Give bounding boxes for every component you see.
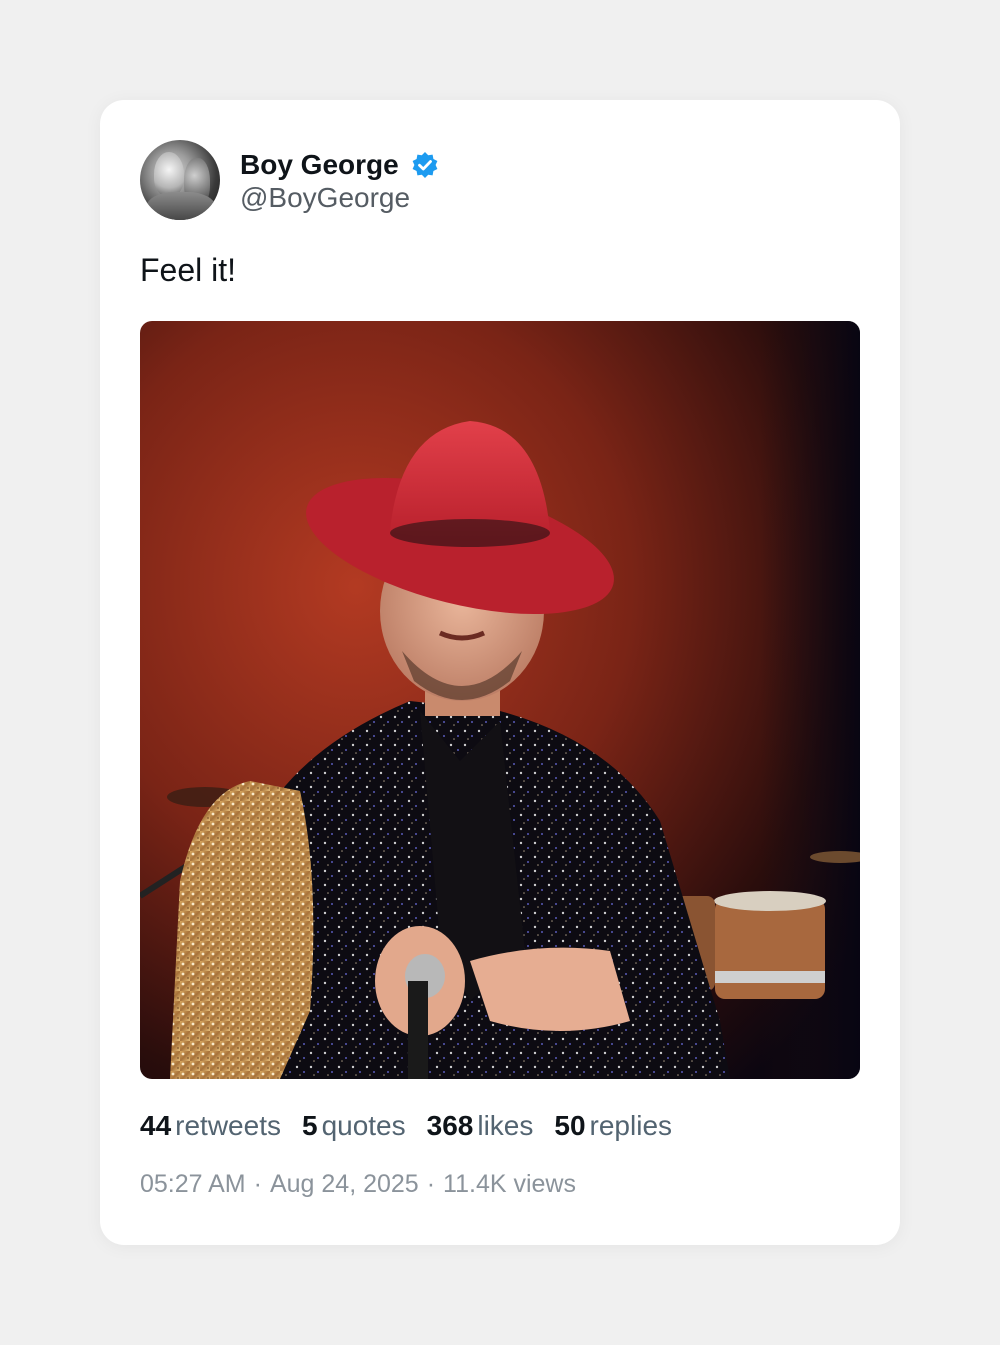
- replies-count: 50: [554, 1110, 586, 1141]
- avatar[interactable]: [140, 140, 220, 220]
- quotes-label: quotes: [321, 1110, 406, 1141]
- tweet-text: Feel it!: [140, 252, 237, 288]
- separator-dot: ·: [426, 1170, 436, 1198]
- author-name[interactable]: Boy George: [240, 149, 399, 181]
- separator-dot: ·: [253, 1170, 262, 1198]
- stat-likes[interactable]: 368 likes: [427, 1110, 534, 1142]
- retweets-count: 44: [140, 1110, 172, 1141]
- stat-retweets[interactable]: 44 retweets: [140, 1110, 281, 1142]
- quotes-count: 5: [301, 1110, 318, 1141]
- tweet-photo[interactable]: [140, 321, 860, 1079]
- author-handle[interactable]: @BoyGeorge: [240, 182, 439, 214]
- concert-photo-icon: [140, 321, 860, 1079]
- tweet-card: Boy George @BoyGeorge Feel it! 44 retwee…: [100, 100, 900, 1245]
- tweet-date[interactable]: Aug 24, 2025: [270, 1170, 419, 1199]
- replies-label: replies: [589, 1110, 673, 1141]
- stat-replies[interactable]: 50 replies: [554, 1110, 672, 1142]
- likes-label: likes: [477, 1110, 534, 1141]
- retweets-label: retweets: [175, 1110, 281, 1141]
- stat-quotes[interactable]: 5 quotes: [302, 1110, 406, 1142]
- tweet-meta: 05:27 AM · Aug 24, 2025 · 11.4K views: [140, 1170, 576, 1199]
- author-info: Boy George @BoyGeorge: [240, 146, 439, 214]
- engagement-stats: 44 retweets 5 quotes 368 likes 50 replies: [140, 1110, 693, 1142]
- tweet-header: Boy George @BoyGeorge: [140, 140, 439, 220]
- tweet-views: 11.4K views: [443, 1170, 576, 1198]
- tweet-time[interactable]: 05:27 AM: [140, 1170, 246, 1199]
- verified-badge-icon: [411, 151, 439, 179]
- likes-count: 368: [426, 1110, 474, 1141]
